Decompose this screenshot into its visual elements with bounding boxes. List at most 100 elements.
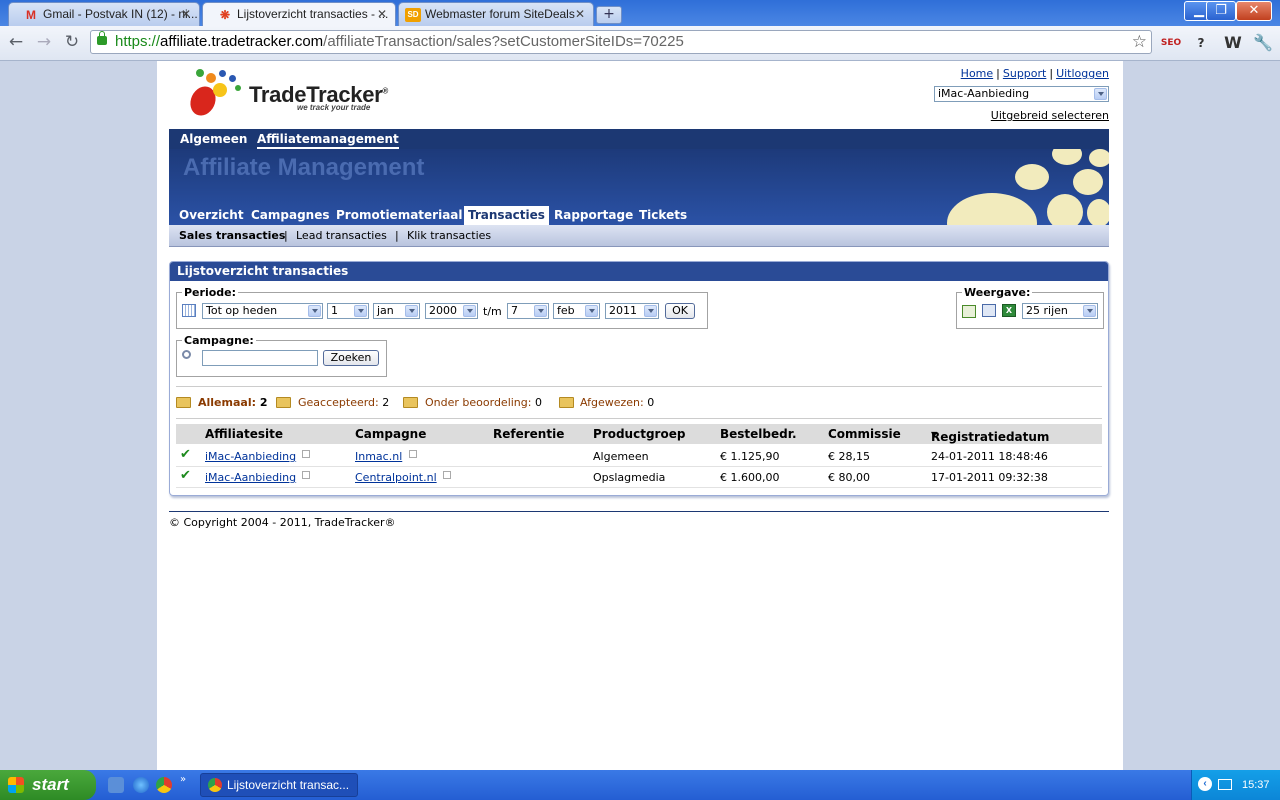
campaign-search-input[interactable] <box>202 350 318 366</box>
help-extension-icon[interactable]: ? <box>1190 33 1212 53</box>
chrome-icon[interactable] <box>156 777 172 793</box>
start-button[interactable]: start <box>0 770 96 800</box>
nav-algemeen[interactable]: Algemeen <box>180 132 247 146</box>
tab-campagnes[interactable]: Campagnes <box>247 206 334 225</box>
tab-promotiemateriaal[interactable]: Promotiemateriaal <box>332 206 467 225</box>
logout-link[interactable]: Uitloggen <box>1056 67 1109 80</box>
subtab-klik[interactable]: Klik transacties <box>407 229 491 242</box>
chevron-down-icon <box>585 305 598 317</box>
ok-button[interactable]: OK <box>665 303 695 319</box>
external-link-icon[interactable] <box>302 471 310 479</box>
back-icon[interactable]: ← <box>6 32 26 52</box>
export-icon[interactable] <box>962 305 976 318</box>
web-page: TradeTracker® we track your trade Home | S… <box>157 61 1123 770</box>
tab-overzicht[interactable]: Overzicht <box>175 206 248 225</box>
external-link-icon[interactable] <box>443 471 451 479</box>
subtab-sales[interactable]: Sales transacties <box>179 229 285 242</box>
internet-explorer-icon[interactable] <box>133 777 149 793</box>
address-bar[interactable]: https://affiliate.tradetracker.com/affil… <box>90 30 1152 54</box>
commission-cell: € 28,15 <box>828 450 870 463</box>
col-commissie[interactable]: Commissie <box>828 427 901 441</box>
affiliatesite-link[interactable]: iMac-Aanbieding <box>205 450 296 463</box>
amount-cell: € 1.125,90 <box>720 450 780 463</box>
period-type-select[interactable]: Tot op heden <box>202 303 323 319</box>
print-icon[interactable] <box>982 304 996 317</box>
status-all[interactable]: Allemaal: 2 <box>198 396 268 409</box>
close-icon[interactable]: ✕ <box>575 7 585 21</box>
transactions-panel: Lijstoverzicht transacties Periode: Tot … <box>169 261 1109 496</box>
taskbar-item-chrome[interactable]: Lijstoverzicht transac... <box>200 773 358 797</box>
close-window-button[interactable]: ✕ <box>1236 1 1272 21</box>
search-button[interactable]: Zoeken <box>323 350 379 366</box>
wrench-icon[interactable]: 🔧 <box>1252 33 1274 53</box>
forward-icon[interactable]: → <box>34 32 54 52</box>
col-affiliatesite[interactable]: Affiliatesite <box>205 427 283 441</box>
main-nav: Algemeen Affiliatemanagement <box>169 129 1109 149</box>
banner-decoration <box>1015 164 1049 190</box>
col-bestelbedrag[interactable]: Bestelbedr. <box>720 427 797 441</box>
campaign-link[interactable]: Centralpoint.nl <box>355 471 437 484</box>
status-rejected[interactable]: Afgewezen: 0 <box>580 396 654 409</box>
banner-decoration <box>1089 149 1109 167</box>
tab-tickets[interactable]: Tickets <box>635 206 691 225</box>
tray-expand-icon[interactable]: ‹ <box>1198 777 1212 791</box>
productgroup-cell: Algemeen <box>593 450 649 463</box>
seo-extension-icon[interactable]: SEO <box>1160 33 1182 53</box>
divider <box>176 386 1102 387</box>
advanced-select-link[interactable]: Uitgebreid selecteren <box>991 109 1109 122</box>
site-select[interactable]: iMac-Aanbieding <box>934 86 1109 102</box>
w-extension-icon[interactable]: W <box>1222 33 1244 53</box>
col-campagne[interactable]: Campagne <box>355 427 426 441</box>
rows-select[interactable]: 25 rijen <box>1022 303 1098 319</box>
banner-title: Affiliate Management <box>183 154 425 181</box>
reload-icon[interactable]: ↻ <box>62 32 82 52</box>
browser-toolbar: ← → ↻ https://affiliate.tradetracker.com… <box>0 26 1280 61</box>
affiliatesite-link[interactable]: iMac-Aanbieding <box>205 471 296 484</box>
campaign-legend: Campagne: <box>182 334 256 347</box>
sub-nav: Sales transacties | Lead transacties | K… <box>169 225 1109 247</box>
close-icon[interactable]: ✕ <box>377 7 387 21</box>
tab-gmail[interactable]: M Gmail - Postvak IN (12) - ni... ✕ <box>8 2 200 26</box>
support-link[interactable]: Support <box>1003 67 1046 80</box>
to-year-select[interactable]: 2011 <box>605 303 659 319</box>
nav-affiliatemanagement[interactable]: Affiliatemanagement <box>257 132 399 149</box>
home-link[interactable]: Home <box>961 67 993 80</box>
logo-dot <box>213 83 227 97</box>
from-day-select[interactable]: 1 <box>327 303 369 319</box>
restore-button[interactable]: ❐ <box>1206 1 1236 21</box>
table-row: ✔ iMac-Aanbieding Inmac.nl Algemeen € 1.… <box>176 445 1102 467</box>
chevron-down-icon <box>1094 88 1107 100</box>
close-icon[interactable]: ✕ <box>181 7 191 21</box>
tab-lijstoverzicht[interactable]: ❋ Lijstoverzicht transacties - ... ✕ <box>202 2 396 27</box>
quicklaunch-more-icon[interactable]: » <box>180 774 186 785</box>
site-select-value: iMac-Aanbieding <box>938 87 1030 100</box>
chevron-down-icon <box>534 305 547 317</box>
from-month-select[interactable]: jan <box>373 303 420 319</box>
new-tab-button[interactable]: + <box>596 6 622 24</box>
folder-pending-icon <box>403 397 418 408</box>
gmail-icon: M <box>26 8 36 22</box>
external-link-icon[interactable] <box>409 450 417 458</box>
col-productgroep[interactable]: Productgroep <box>593 427 685 441</box>
bookmark-star-icon[interactable]: ☆ <box>1132 31 1147 53</box>
chevron-down-icon <box>405 305 418 317</box>
col-referentie[interactable]: Referentie <box>493 427 564 441</box>
from-year-select[interactable]: 2000 <box>425 303 478 319</box>
to-day-select[interactable]: 7 <box>507 303 549 319</box>
status-pending[interactable]: Onder beoordeling: 0 <box>425 396 542 409</box>
system-tray: ‹ 15:37 <box>1191 770 1280 800</box>
network-icon[interactable] <box>1218 779 1232 790</box>
calendar-icon[interactable] <box>182 304 196 317</box>
excel-icon[interactable]: X <box>1002 304 1016 317</box>
tab-rapportage[interactable]: Rapportage <box>550 206 637 225</box>
show-desktop-icon[interactable] <box>108 777 124 793</box>
to-month-select[interactable]: feb <box>553 303 600 319</box>
subtab-lead[interactable]: Lead transacties <box>296 229 387 242</box>
clock[interactable]: 15:37 <box>1242 779 1270 791</box>
campaign-link[interactable]: Inmac.nl <box>355 450 402 463</box>
tab-sitedeals[interactable]: SD Webmaster forum SiteDeals ✕ <box>398 2 594 26</box>
tab-transacties[interactable]: Transacties <box>464 206 549 225</box>
external-link-icon[interactable] <box>302 450 310 458</box>
status-accepted[interactable]: Geaccepteerd: 2 <box>298 396 389 409</box>
sitedeals-favicon: SD <box>405 8 421 22</box>
